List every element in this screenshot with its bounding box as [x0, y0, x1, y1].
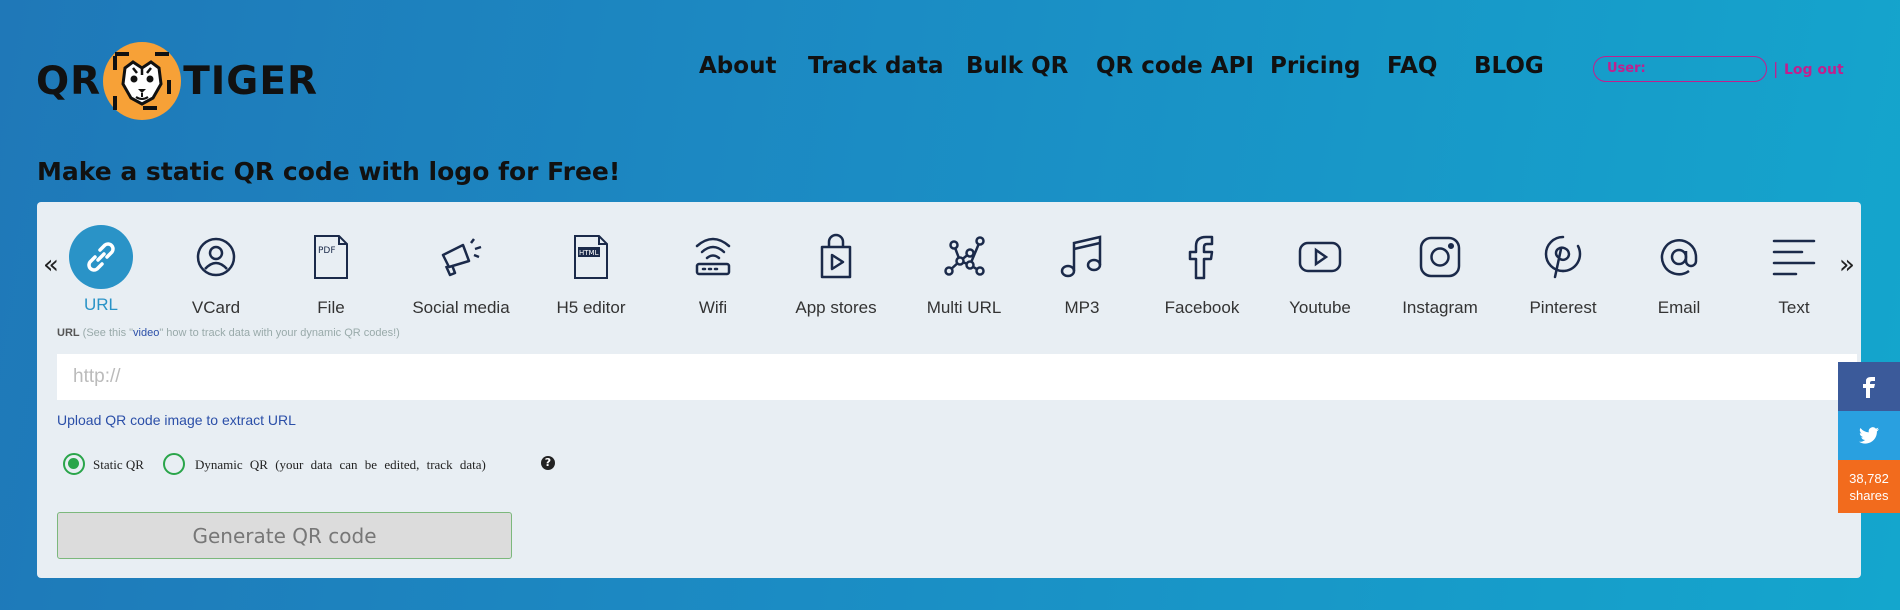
url-hint-prefix: (See this " — [82, 327, 134, 339]
nav-about[interactable]: About — [699, 53, 776, 79]
url-input[interactable] — [57, 354, 1857, 400]
dynamic-qr-label: Dynamic QR (your data can be edited, tra… — [195, 457, 486, 472]
tab-app-stores-label: App stores — [795, 298, 877, 317]
nav-qr-code-api[interactable]: QR code API — [1096, 53, 1254, 79]
at-sign-icon — [1644, 222, 1714, 292]
nav-bulk-qr[interactable]: Bulk QR — [966, 53, 1068, 79]
user-label: User: — [1607, 61, 1646, 76]
static-qr-radio[interactable] — [63, 453, 85, 475]
nav-pricing[interactable]: Pricing — [1270, 53, 1360, 79]
tiger-icon — [103, 42, 182, 120]
text-lines-icon — [1759, 222, 1829, 292]
logo-text-left: QR — [36, 58, 102, 104]
user-account-box[interactable]: User: — [1593, 56, 1767, 82]
tab-mp3[interactable]: MP3 — [1027, 222, 1137, 318]
pdf-file-icon: PDF — [296, 222, 366, 292]
instagram-icon — [1405, 222, 1475, 292]
tab-facebook-label: Facebook — [1164, 298, 1240, 317]
pinterest-icon — [1528, 222, 1598, 292]
tab-h5-editor[interactable]: HTML H5 editor — [536, 222, 646, 318]
nav-faq[interactable]: FAQ — [1387, 53, 1437, 79]
user-separator: | — [1773, 59, 1779, 78]
tab-email[interactable]: Email — [1624, 222, 1734, 318]
share-count-label: shares — [1849, 487, 1889, 503]
qr-tiger-logo[interactable]: QR TIGER — [36, 42, 318, 120]
tab-wifi-label: Wifi — [698, 298, 728, 317]
tab-file-label: File — [317, 298, 345, 317]
tab-text[interactable]: Text — [1739, 222, 1849, 318]
url-field-label: URL (See this "video" how to track data … — [57, 327, 400, 339]
logout-link[interactable]: Log out — [1784, 62, 1844, 78]
tab-text-label: Text — [1778, 298, 1810, 317]
shopping-bag-play-icon — [801, 222, 871, 292]
twitter-bird-icon — [1859, 427, 1879, 444]
html-file-icon: HTML — [556, 222, 626, 292]
twitter-share-button[interactable] — [1838, 411, 1900, 460]
qr-generator-panel: « » URL VCard PDF File Social media HTML… — [37, 202, 1861, 578]
generate-qr-button[interactable]: Generate QR code — [57, 512, 512, 559]
tab-instagram[interactable]: Instagram — [1385, 222, 1495, 318]
megaphone-icon — [426, 222, 496, 292]
help-icon[interactable]: ? — [541, 456, 555, 470]
video-link[interactable]: video — [133, 327, 159, 339]
share-count-badge: 38,782 shares — [1838, 460, 1900, 513]
tab-vcard-label: VCard — [191, 298, 241, 317]
tab-facebook[interactable]: Facebook — [1147, 222, 1257, 318]
network-nodes-icon — [929, 222, 999, 292]
tab-mp3-label: MP3 — [1064, 298, 1100, 317]
tab-pinterest-label: Pinterest — [1529, 298, 1597, 317]
tab-multi-url-label: Multi URL — [926, 298, 1002, 317]
wifi-router-icon — [678, 222, 748, 292]
upload-qr-image-link[interactable]: Upload QR code image to extract URL — [57, 412, 296, 428]
tab-youtube-label: Youtube — [1289, 298, 1351, 317]
tab-social-media[interactable]: Social media — [406, 222, 516, 318]
share-count: 38,782 — [1849, 470, 1889, 486]
svg-text:HTML: HTML — [579, 249, 599, 257]
tab-youtube[interactable]: Youtube — [1265, 222, 1375, 318]
tab-file[interactable]: PDF File — [276, 222, 386, 318]
static-qr-label: Static QR — [93, 457, 144, 472]
tab-pinterest[interactable]: Pinterest — [1508, 222, 1618, 318]
tab-h5-editor-label: H5 editor — [556, 298, 626, 317]
tab-app-stores[interactable]: App stores — [781, 222, 891, 318]
tab-instagram-label: Instagram — [1402, 298, 1478, 317]
svg-text:PDF: PDF — [318, 246, 336, 256]
page-headline: Make a static QR code with logo for Free… — [37, 157, 621, 186]
facebook-icon — [1167, 222, 1237, 292]
link-icon — [69, 225, 133, 289]
logo-text-right: TIGER — [183, 58, 318, 104]
nav-track-data[interactable]: Track data — [808, 53, 943, 79]
tab-multi-url[interactable]: Multi URL — [909, 222, 1019, 318]
facebook-share-button[interactable] — [1838, 362, 1900, 411]
nav-blog[interactable]: BLOG — [1474, 53, 1544, 79]
tab-vcard[interactable]: VCard — [161, 222, 271, 318]
tab-email-label: Email — [1657, 298, 1701, 317]
tab-url-label: URL — [83, 295, 118, 314]
tab-wifi[interactable]: Wifi — [658, 222, 768, 318]
url-label-title: URL — [57, 327, 80, 339]
dynamic-qr-radio[interactable] — [163, 453, 185, 475]
tab-url[interactable]: URL — [46, 222, 156, 315]
music-note-icon — [1047, 222, 1117, 292]
url-hint-suffix: " how to track data with your dynamic QR… — [159, 327, 400, 339]
youtube-icon — [1285, 222, 1355, 292]
facebook-share-icon — [1863, 376, 1875, 398]
user-circle-icon — [181, 222, 251, 292]
tab-social-media-label: Social media — [412, 298, 510, 317]
